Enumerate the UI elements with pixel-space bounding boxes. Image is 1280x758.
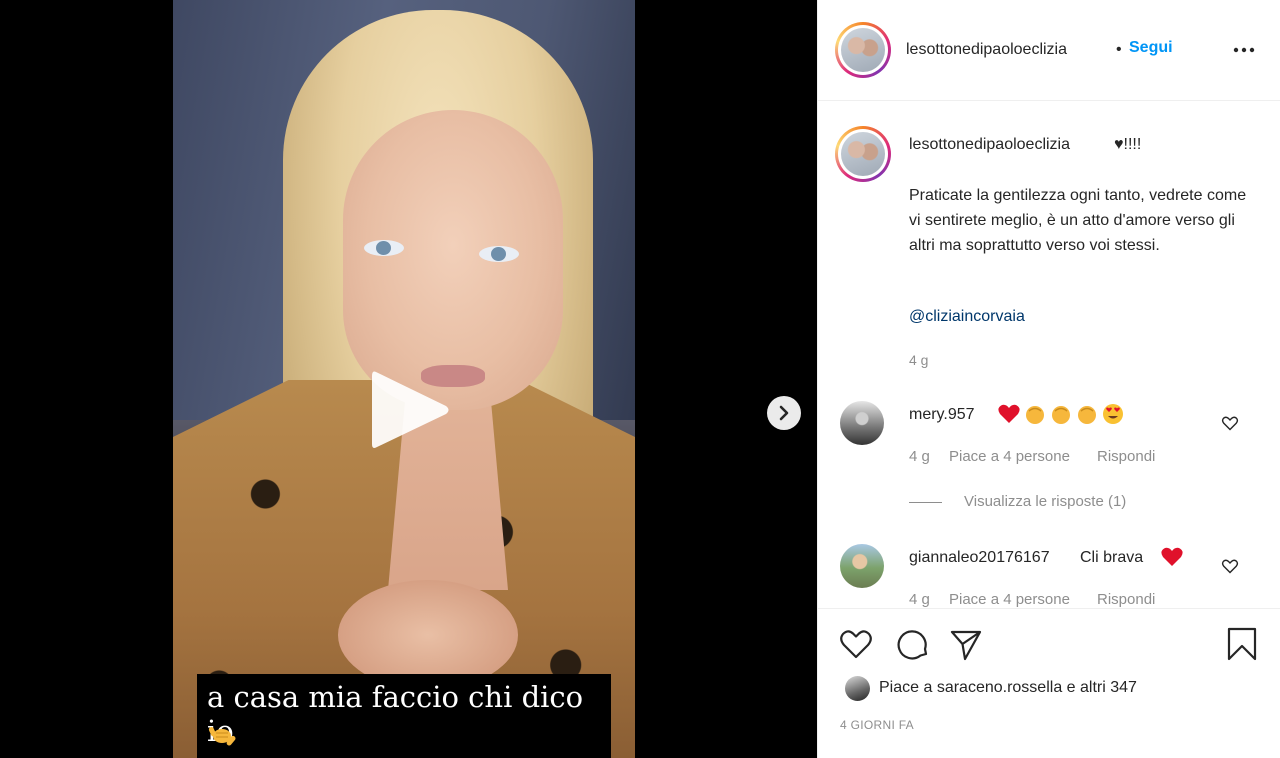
comment-avatar[interactable] [840, 401, 884, 445]
caption-mention-link[interactable]: @cliziaincorvaia [909, 308, 1025, 326]
caption-username[interactable]: lesottonedipaoloeclizia [909, 136, 1070, 154]
red-heart-icon [1161, 547, 1183, 566]
liker-avatar[interactable] [845, 676, 870, 701]
comment-likes-count[interactable]: Piace a 4 persone [949, 591, 1070, 608]
author-avatar[interactable] [835, 22, 891, 78]
follow-button[interactable]: Segui [1129, 39, 1173, 57]
comment-like-heart-icon[interactable] [1221, 557, 1239, 575]
likes-prefix: Piace a [879, 679, 937, 696]
post-panel: lesottonedipaoloeclizia • Segui lesotton… [817, 0, 1280, 758]
comment-like-heart-icon[interactable] [1221, 414, 1239, 432]
view-replies-button[interactable]: Visualizza le risposte (1) [964, 493, 1126, 510]
post-header: lesottonedipaoloeclizia • Segui [818, 0, 1280, 101]
video-frame-eye [479, 246, 519, 262]
comment-reply-button[interactable]: Rispondi [1097, 448, 1155, 465]
comment-text: Cli brava [1080, 549, 1144, 566]
comment-username[interactable]: giannaleo20176167 [909, 549, 1050, 567]
comment-reply-button[interactable]: Rispondi [1097, 591, 1155, 608]
next-media-button[interactable] [767, 396, 801, 430]
header-separator: • [1116, 41, 1122, 58]
bookmark-icon[interactable] [1224, 626, 1260, 662]
heart-eyes-face-icon [1103, 404, 1123, 424]
share-icon[interactable] [948, 626, 984, 662]
heart-icon[interactable] [838, 626, 874, 662]
comment-icon[interactable] [895, 626, 931, 662]
more-options-icon[interactable] [1229, 38, 1259, 62]
replies-divider [909, 502, 942, 503]
caption-timestamp[interactable]: 4 g [909, 352, 928, 368]
call-me-hand-icon [208, 727, 236, 746]
comment-avatar[interactable] [840, 544, 884, 588]
post-date[interactable]: 4 GIORNI FA [840, 718, 914, 732]
clapping-hands-icon [1078, 406, 1096, 424]
comments-section[interactable]: lesottonedipaoloeclizia ♥!!!! Praticate … [818, 101, 1280, 608]
caption-text: Praticate la gentilezza ogni tanto, vedr… [909, 187, 1247, 254]
caption-author-avatar[interactable] [835, 126, 891, 182]
play-button[interactable] [362, 364, 454, 456]
likes-others-link[interactable]: altri 347 [1080, 679, 1137, 696]
subtitle-text: a casa mia faccio chi dico io [207, 680, 584, 748]
video-subtitle: a casa mia faccio chi dico io [197, 674, 611, 758]
comment-timestamp[interactable]: 4 g [909, 448, 930, 465]
video-frame-eye [364, 240, 404, 256]
red-heart-icon [998, 404, 1020, 423]
media-viewer: a casa mia faccio chi dico io [0, 0, 817, 758]
comment-username[interactable]: mery.957 [909, 406, 975, 424]
likes-conjunction: e [1062, 679, 1081, 696]
liker-username[interactable]: saraceno.rossella [937, 679, 1062, 696]
clapping-hands-icon [1052, 406, 1070, 424]
caption-title: ♥!!!! [1114, 136, 1142, 153]
clapping-hands-icon [1026, 406, 1044, 424]
post-actions: Piace a saraceno.rossella e altri 347 4 … [818, 608, 1280, 758]
comment-timestamp[interactable]: 4 g [909, 591, 930, 608]
author-username[interactable]: lesottonedipaoloeclizia [906, 41, 1067, 59]
likes-summary: Piace a saraceno.rossella e altri 347 [879, 679, 1137, 697]
comment-emoji-group [998, 404, 1123, 424]
chevron-right-icon [779, 405, 789, 421]
comment-likes-count[interactable]: Piace a 4 persone [949, 448, 1070, 465]
